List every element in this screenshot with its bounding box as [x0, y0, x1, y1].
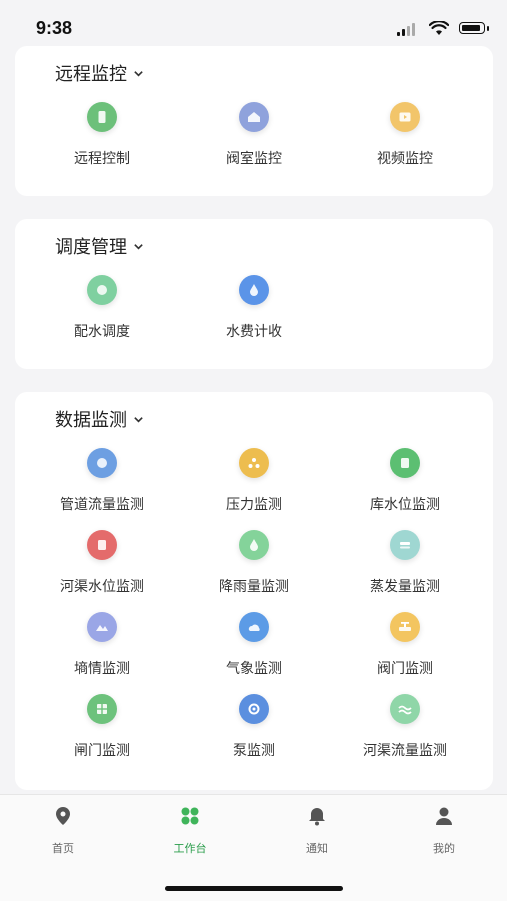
- pressure-icon: [239, 448, 269, 478]
- weather-icon: [239, 612, 269, 642]
- status-bar: 9:38: [0, 0, 507, 48]
- reservoir-level-icon: [390, 448, 420, 478]
- tab-label: 我的: [433, 842, 455, 855]
- pump-icon: [239, 694, 269, 724]
- menu-item[interactable]: 蒸发量监测: [325, 530, 485, 596]
- menu-item[interactable]: 水费计收: [174, 275, 334, 341]
- menu-item-label: 管道流量监测: [60, 497, 144, 513]
- section-title: 远程监控: [55, 64, 127, 85]
- menu-item-label: 泵监测: [233, 743, 275, 759]
- menu-item-label: 气象监测: [226, 661, 282, 677]
- menu-item[interactable]: 墒情监测: [22, 612, 182, 678]
- home-indicator: [165, 886, 343, 891]
- pipe-flow-icon: [87, 448, 117, 478]
- menu-item[interactable]: 压力监测: [174, 448, 334, 514]
- status-icons: [397, 21, 491, 36]
- section-title: 数据监测: [55, 410, 127, 431]
- menu-item-label: 远程控制: [74, 151, 130, 167]
- soil-moisture-icon: [87, 612, 117, 642]
- menu-item[interactable]: 视频监控: [325, 102, 485, 168]
- phone-icon: [87, 102, 117, 132]
- section-header[interactable]: 数据监测: [55, 406, 144, 432]
- chevron-down-icon: [134, 416, 143, 423]
- menu-item[interactable]: 闸门监测: [22, 694, 182, 760]
- menu-item[interactable]: 河渠水位监测: [22, 530, 182, 596]
- user-icon: [436, 807, 452, 825]
- section-dispatch-management: 调度管理 配水调度 水费计收: [15, 219, 493, 369]
- video-icon: [390, 102, 420, 132]
- menu-item[interactable]: 泵监测: [174, 694, 334, 760]
- location-pin-icon: [56, 807, 70, 825]
- menu-item[interactable]: 降雨量监测: [174, 530, 334, 596]
- menu-item[interactable]: 河渠流量监测: [325, 694, 485, 760]
- menu-item-label: 水费计收: [226, 324, 282, 340]
- menu-item-label: 降雨量监测: [219, 579, 289, 595]
- menu-item-label: 配水调度: [74, 324, 130, 340]
- menu-item-label: 阀门监测: [377, 661, 433, 677]
- menu-item[interactable]: 阀室监控: [174, 102, 334, 168]
- menu-item-label: 视频监控: [377, 151, 433, 167]
- tab-label: 首页: [52, 842, 74, 855]
- menu-item[interactable]: 库水位监测: [325, 448, 485, 514]
- evaporation-icon: [390, 530, 420, 560]
- menu-item-label: 库水位监测: [370, 497, 440, 513]
- wifi-icon: [429, 21, 449, 35]
- menu-item[interactable]: 阀门监测: [325, 612, 485, 678]
- house-icon: [239, 102, 269, 132]
- tab-label: 工作台: [173, 842, 207, 855]
- chevron-down-icon: [134, 243, 143, 250]
- river-level-icon: [87, 530, 117, 560]
- status-time: 9:38: [36, 18, 73, 38]
- tab-workbench[interactable]: 工作台: [127, 805, 253, 856]
- bottom-tab-bar: 首页 工作台 通知 我的: [0, 794, 507, 901]
- menu-item-label: 河渠流量监测: [363, 743, 447, 759]
- valve-icon: [390, 612, 420, 642]
- chevron-down-icon: [134, 70, 143, 77]
- menu-item-label: 蒸发量监测: [370, 579, 440, 595]
- dispatch-icon: [87, 275, 117, 305]
- section-data-monitoring: 数据监测 管道流量监测 压力监测 库水位监测 河渠水位监测 降雨量监测 蒸发量监…: [15, 392, 493, 790]
- tab-label: 通知: [306, 842, 328, 855]
- signal-icon: [397, 22, 419, 36]
- menu-item[interactable]: 配水调度: [22, 275, 182, 341]
- river-flow-icon: [390, 694, 420, 724]
- rainfall-icon: [239, 530, 269, 560]
- section-remote-monitoring: 远程监控 远程控制 阀室监控 视频监控: [15, 46, 493, 196]
- bell-icon: [309, 808, 325, 826]
- gate-icon: [87, 694, 117, 724]
- menu-item-label: 闸门监测: [74, 743, 130, 759]
- tab-mine[interactable]: 我的: [381, 805, 507, 856]
- section-title: 调度管理: [55, 237, 127, 258]
- section-header[interactable]: 调度管理: [55, 233, 144, 259]
- menu-item-label: 压力监测: [226, 497, 282, 513]
- menu-item-label: 河渠水位监测: [60, 579, 144, 595]
- tab-home[interactable]: 首页: [0, 805, 126, 856]
- grid-icon: [181, 807, 199, 825]
- menu-item[interactable]: 气象监测: [174, 612, 334, 678]
- section-header[interactable]: 远程监控: [55, 60, 144, 86]
- menu-item-label: 墒情监测: [74, 661, 130, 677]
- water-fee-icon: [239, 275, 269, 305]
- menu-item[interactable]: 远程控制: [22, 102, 182, 168]
- tab-notifications[interactable]: 通知: [254, 805, 380, 856]
- menu-item-label: 阀室监控: [226, 151, 282, 167]
- menu-item[interactable]: 管道流量监测: [22, 448, 182, 514]
